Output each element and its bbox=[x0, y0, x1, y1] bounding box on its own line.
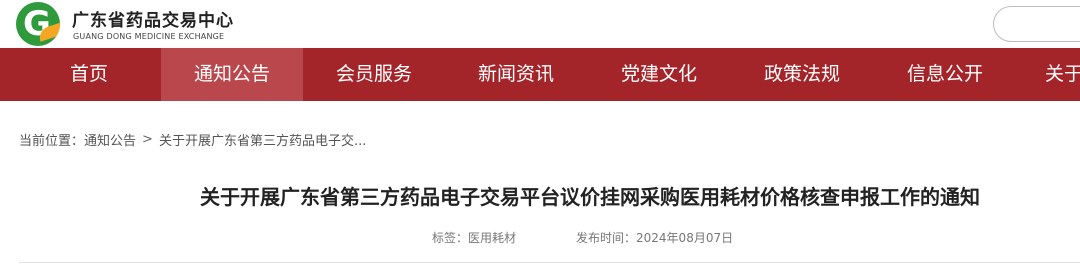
nav-item-news[interactable]: 新闻资讯 bbox=[445, 48, 587, 101]
tag-value[interactable]: 医用耗材 bbox=[468, 231, 516, 245]
breadcrumb: 当前位置：通知公告 > 关于开展广东省第三方药品电子交... bbox=[19, 130, 366, 149]
site-logo[interactable]: G bbox=[16, 2, 60, 46]
breadcrumb-separator: > bbox=[142, 132, 153, 147]
date-label: 发布时间： bbox=[576, 231, 637, 245]
article-tag: 标签：医用耗材 bbox=[432, 229, 516, 246]
divider bbox=[19, 262, 1080, 263]
nav-item-policies[interactable]: 政策法规 bbox=[731, 48, 873, 101]
breadcrumb-section-link[interactable]: 通知公告 bbox=[84, 134, 136, 149]
main-nav: 首页 通知公告 会员服务 新闻资讯 党建文化 政策法规 信息公开 关于 bbox=[0, 48, 1080, 101]
nav-item-disclosure[interactable]: 信息公开 bbox=[874, 48, 1016, 101]
nav-item-member-services[interactable]: 会员服务 bbox=[303, 48, 445, 101]
nav-item-home[interactable]: 首页 bbox=[33, 48, 145, 101]
nav-item-party-culture[interactable]: 党建文化 bbox=[588, 48, 730, 101]
site-name-en: GUANG DONG MEDICINE EXCHANGE bbox=[73, 32, 225, 41]
breadcrumb-current[interactable]: 关于开展广东省第三方药品电子交... bbox=[159, 134, 366, 149]
nav-item-notices[interactable]: 通知公告 bbox=[161, 48, 303, 101]
article-title: 关于开展广东省第三方药品电子交易平台议价挂网采购医用耗材价格核查申报工作的通知 bbox=[200, 185, 980, 209]
nav-item-about[interactable]: 关于 bbox=[1030, 48, 1080, 101]
tag-label: 标签： bbox=[432, 231, 469, 245]
search-input[interactable] bbox=[993, 6, 1080, 42]
date-value: 2024年08月07日 bbox=[636, 231, 734, 245]
breadcrumb-prefix: 当前位置： bbox=[19, 134, 85, 149]
article-date: 发布时间：2024年08月07日 bbox=[576, 229, 733, 246]
site-header: G 广东省药品交易中心 GUANG DONG MEDICINE EXCHANGE bbox=[0, 0, 1080, 48]
site-name: 广东省药品交易中心 bbox=[72, 11, 234, 31]
